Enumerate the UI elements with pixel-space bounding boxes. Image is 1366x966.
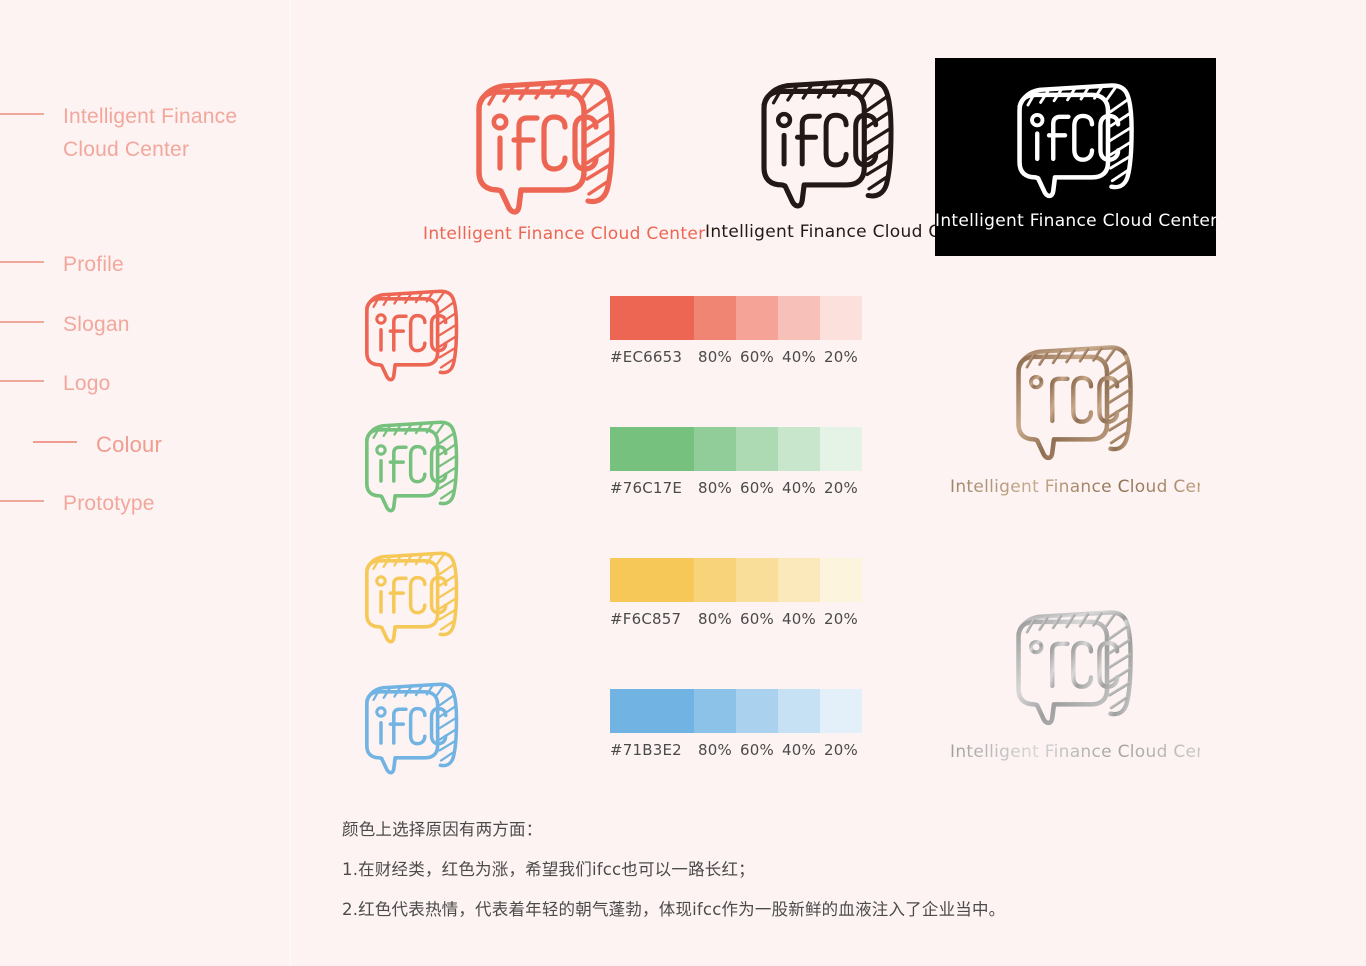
sidebar-item-profile[interactable]: Profile: [0, 248, 124, 281]
swatch-base: [610, 558, 694, 602]
ifcc-logo-mark-icon: [1000, 340, 1150, 463]
swatch-strip: [610, 689, 862, 733]
swatch-pct-label: 80%: [698, 348, 732, 366]
nav-rule-icon: [0, 261, 44, 263]
swatch-pct-label: 60%: [740, 741, 774, 759]
logo-variant-black: Intelligent Finance Cloud Center: [705, 72, 988, 242]
main-content: Intelligent Finance Cloud Center Intelli…: [290, 0, 1366, 966]
swatch-tint-80: [694, 558, 736, 602]
swatch-pct-label: 40%: [782, 479, 816, 497]
swatch-tint-20: [820, 689, 862, 733]
swatch-tint-60: [736, 558, 778, 602]
ifcc-logo-mark-icon: [1001, 78, 1151, 201]
sidebar-item-logo[interactable]: Logo: [0, 367, 111, 400]
sidebar-item-prototype[interactable]: Prototype: [0, 487, 155, 520]
swatch-strip: [610, 558, 862, 602]
ifcc-logo-mark-icon: [365, 682, 459, 775]
notes-item: 1.在财经类，红色为涨，希望我们ifcc也可以一路长红；: [342, 860, 755, 879]
colour-row-blue: #71B3E2 80% 60% 40% 20%: [352, 678, 862, 777]
swatch-tint-80: [694, 689, 736, 733]
swatch-labels: #71B3E2 80% 60% 40% 20%: [610, 741, 862, 761]
swatch-tint-40: [778, 558, 820, 602]
swatch-tint-20: [820, 427, 862, 471]
sidebar-item-label: Profile: [63, 253, 124, 276]
swatch-labels: #76C17E 80% 60% 40% 20%: [610, 479, 862, 499]
swatch-strip: [610, 296, 862, 340]
swatch-hex-label: #F6C857: [610, 610, 682, 628]
swatch-labels: #EC6653 80% 60% 40% 20%: [610, 348, 862, 368]
swatch-pct-label: 20%: [824, 610, 858, 628]
sidebar: Intelligent Finance Cloud Center Profile…: [0, 0, 291, 966]
swatch-strip: [610, 427, 862, 471]
ifcc-logo-mark-icon: [743, 72, 913, 212]
logo-wordmark: Intelligent Finance Cloud Center: [705, 222, 988, 242]
colour-row-yellow: #F6C857 80% 60% 40% 20%: [352, 547, 862, 646]
sidebar-item-colour[interactable]: Colour: [33, 428, 162, 461]
logo-wordmark: Intelligent Finance Cloud Center: [935, 211, 1218, 231]
logo-variant-primary-red: Intelligent Finance Cloud Center: [423, 72, 706, 244]
sidebar-item-label: Logo: [63, 372, 111, 395]
swatch-tint-60: [736, 427, 778, 471]
swatch-tint-60: [736, 689, 778, 733]
sidebar-item-label: Prototype: [63, 492, 155, 515]
ifcc-logo-mark-icon: [365, 289, 459, 382]
swatch-pct-label: 20%: [824, 479, 858, 497]
ifcc-logo-mark-icon: [365, 420, 459, 513]
sidebar-item-label: Intelligent Finance Cloud Center: [63, 105, 238, 161]
sidebar-item-slogan[interactable]: Slogan: [0, 308, 130, 341]
logo-variant-bronze: Intelligent Finance Cloud Center: [950, 340, 1233, 497]
logo-wordmark: Intelligent Finance Cloud Center: [423, 224, 706, 244]
swatch-pct-label: 80%: [698, 479, 732, 497]
swatch-pct-label: 40%: [782, 348, 816, 366]
colour-row-red: #EC6653 80% 60% 40% 20%: [352, 285, 862, 384]
swatch-base: [610, 689, 694, 733]
swatch-tint-80: [694, 427, 736, 471]
logo-wordmark: Intelligent Finance Cloud Center: [950, 742, 1233, 762]
notes-heading: 颜色上选择原因有两方面：: [342, 820, 543, 839]
swatch-hex-label: #76C17E: [610, 479, 683, 497]
swatch-pct-label: 60%: [740, 348, 774, 366]
sidebar-item-label: Slogan: [63, 313, 130, 336]
ifcc-logo-mark-icon: [365, 551, 459, 644]
nav-rule-icon: [0, 321, 44, 323]
nav-rule-icon: [33, 441, 77, 443]
swatch-tint-20: [820, 558, 862, 602]
ifcc-logo-mark-icon: [1000, 605, 1150, 728]
colour-rationale-notes: 颜色上选择原因有两方面： 1.在财经类，红色为涨，希望我们ifcc也可以一路长红…: [342, 810, 1302, 930]
swatch-labels: #F6C857 80% 60% 40% 20%: [610, 610, 862, 630]
swatch-pct-label: 40%: [782, 610, 816, 628]
swatch-tint-40: [778, 296, 820, 340]
swatch-tint-60: [736, 296, 778, 340]
logo-variant-silver: Intelligent Finance Cloud Center: [950, 605, 1233, 762]
sidebar-item-label: Colour: [96, 432, 163, 457]
swatch-pct-label: 80%: [698, 610, 732, 628]
swatch-pct-label: 60%: [740, 610, 774, 628]
swatch-tint-40: [778, 427, 820, 471]
swatch-pct-label: 80%: [698, 741, 732, 759]
swatch-pct-label: 20%: [824, 348, 858, 366]
nav-rule-icon: [0, 113, 44, 115]
swatch-tint-40: [778, 689, 820, 733]
sidebar-item-intelligent-finance-cloud-center[interactable]: Intelligent Finance Cloud Center: [0, 100, 270, 166]
ifcc-logo-mark-icon: [457, 72, 635, 218]
swatch-base: [610, 296, 694, 340]
nav-rule-icon: [0, 500, 44, 502]
swatch-hex-label: #71B3E2: [610, 741, 682, 759]
swatch-base: [610, 427, 694, 471]
swatch-pct-label: 60%: [740, 479, 774, 497]
nav-rule-icon: [0, 380, 44, 382]
swatch-hex-label: #EC6653: [610, 348, 683, 366]
colour-row-green: #76C17E 80% 60% 40% 20%: [352, 416, 862, 515]
swatch-tint-80: [694, 296, 736, 340]
swatch-pct-label: 40%: [782, 741, 816, 759]
notes-item: 2.红色代表热情，代表着年轻的朝气蓬勃，体现ifcc作为一股新鲜的血液注入了企业…: [342, 900, 1006, 919]
logo-wordmark: Intelligent Finance Cloud Center: [950, 477, 1233, 497]
swatch-pct-label: 20%: [824, 741, 858, 759]
logo-variant-reversed-card: Intelligent Finance Cloud Center: [935, 58, 1218, 256]
swatch-tint-20: [820, 296, 862, 340]
